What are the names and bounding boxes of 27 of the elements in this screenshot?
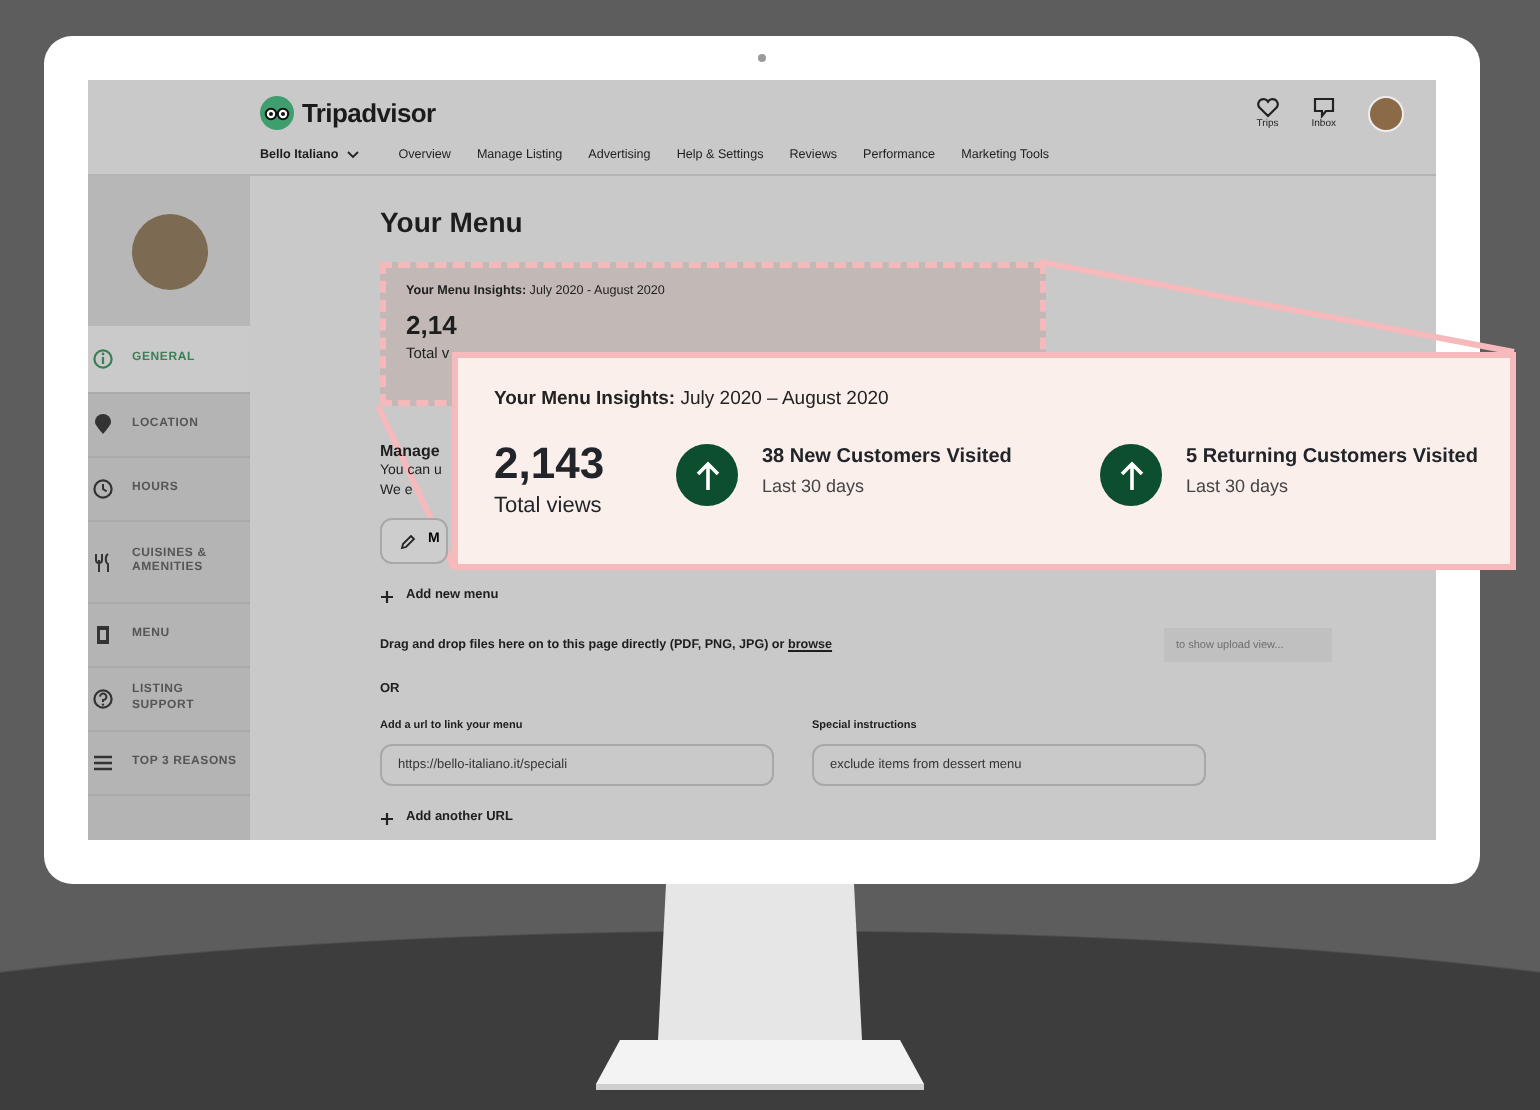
info-icon — [92, 348, 114, 370]
logo-text[interactable]: Tripadvisor — [302, 97, 436, 129]
stat-title: 38 New Customers Visited — [762, 444, 1012, 471]
plus-icon — [380, 811, 394, 825]
photo-placeholder — [131, 213, 207, 289]
clock-icon — [92, 478, 114, 500]
heart-icon — [1255, 96, 1280, 118]
owl-logo-icon[interactable] — [260, 96, 294, 130]
help-icon — [92, 688, 114, 710]
stat-title: 5 Returning Customers Visited — [1186, 444, 1478, 471]
utensils-icon — [92, 551, 114, 573]
list-icon — [92, 752, 114, 774]
camera-icon — [758, 54, 766, 62]
insights-heading: Your Menu Insights: July 2020 – August 2020 — [494, 386, 891, 414]
plus-icon — [380, 589, 394, 603]
total-views-number: 2,14 — [406, 311, 457, 340]
total-views-number: 2,143 — [494, 440, 607, 489]
pin-icon — [92, 414, 114, 436]
profile-photo[interactable] — [1368, 95, 1404, 131]
section-title: Manage — [380, 442, 440, 462]
message-icon — [1311, 96, 1336, 118]
stat-subtitle: Last 30 days — [762, 474, 867, 499]
caret-icon — [346, 149, 361, 160]
stat-subtitle: Last 30 days — [1186, 474, 1291, 499]
pencil-icon — [400, 533, 416, 549]
total-views-label: Total views — [494, 492, 604, 521]
page-title: Your Menu — [380, 204, 525, 240]
